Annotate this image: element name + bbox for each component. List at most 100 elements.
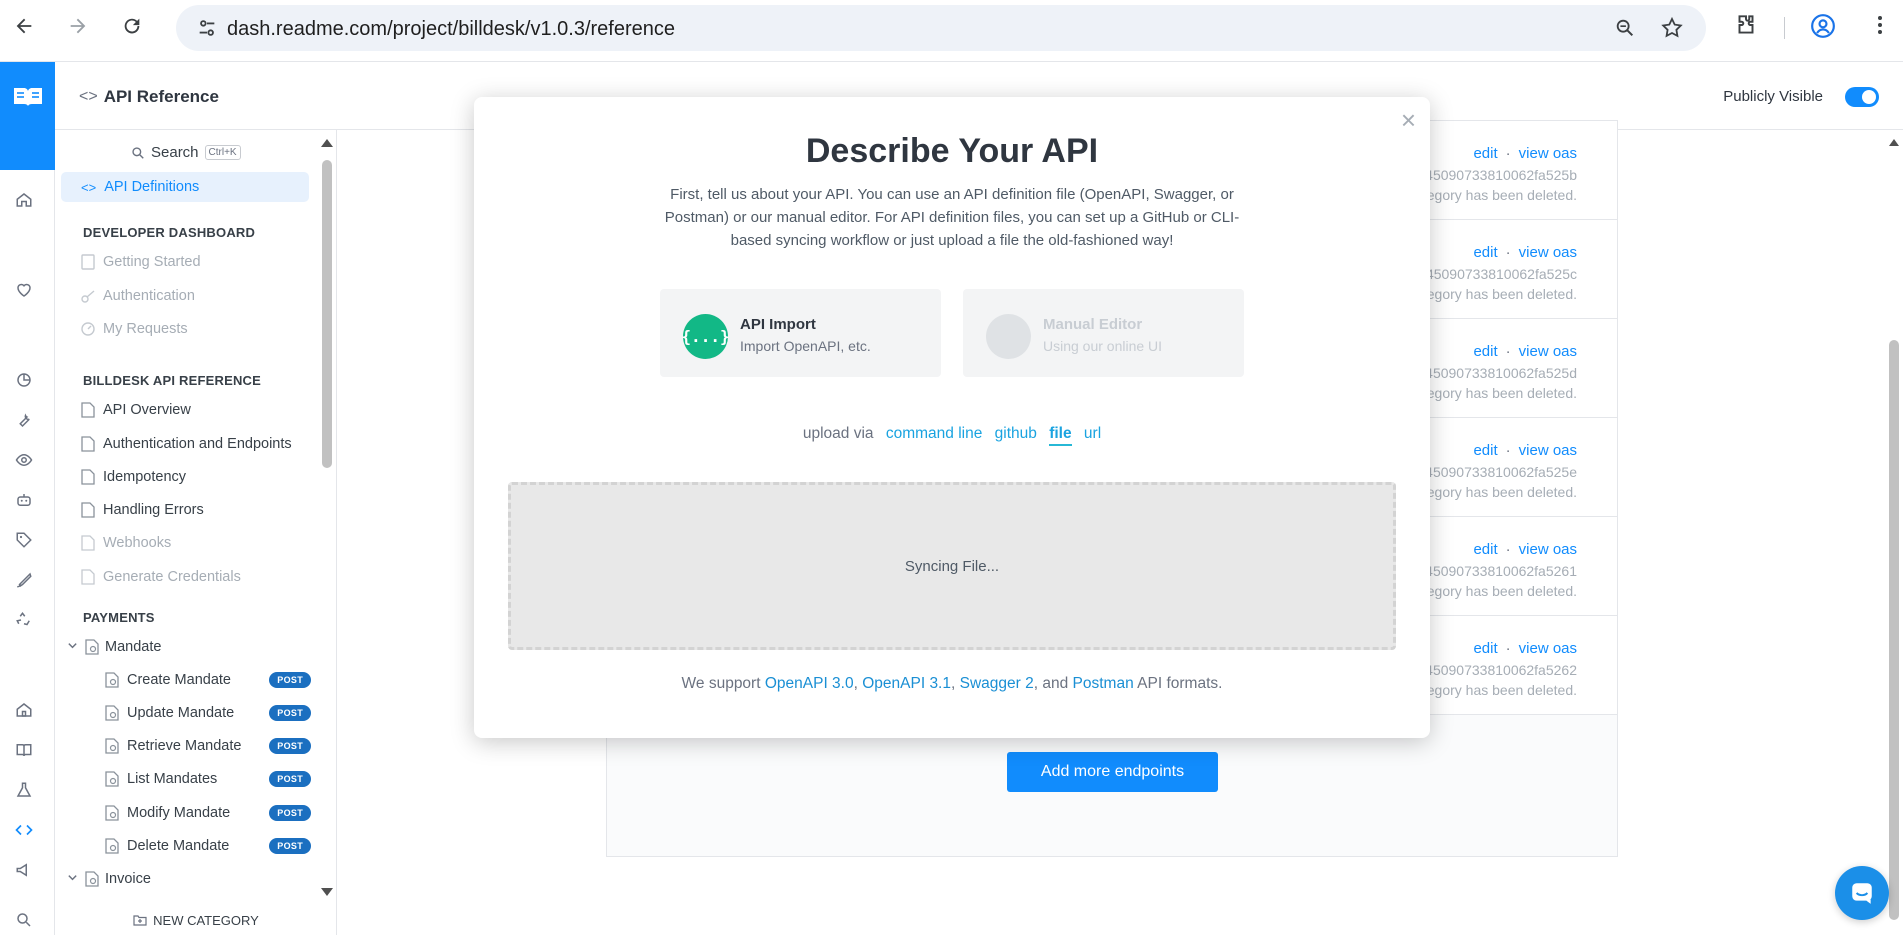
- guides-book-icon[interactable]: [14, 740, 34, 760]
- view-oas-link[interactable]: view oas: [1519, 244, 1577, 261]
- view-oas-link[interactable]: view oas: [1519, 145, 1577, 162]
- edit-link[interactable]: edit: [1473, 541, 1497, 558]
- main-scrollbar[interactable]: [1885, 130, 1903, 935]
- view-oas-link[interactable]: view oas: [1519, 541, 1577, 558]
- supported-formats: We support OpenAPI 3.0, OpenAPI 3.1, Swa…: [681, 675, 1223, 692]
- url-text[interactable]: dash.readme.com/project/billdesk/v1.0.3/…: [227, 18, 675, 41]
- view-oas-link[interactable]: view oas: [1519, 640, 1577, 657]
- edit-link[interactable]: edit: [1473, 442, 1497, 459]
- chevron-down-icon[interactable]: [67, 639, 79, 655]
- sidebar-endpoint-list-mandates[interactable]: List Mandates POST: [105, 764, 311, 794]
- manual-editor-option[interactable]: Manual Editor Using our online UI: [963, 289, 1244, 377]
- sidebar-group-invoice[interactable]: Invoice: [67, 864, 293, 894]
- api-import-braces-icon: {...}: [681, 314, 730, 359]
- reload-icon[interactable]: [120, 14, 144, 38]
- page-icon: [81, 436, 95, 452]
- sidebar-endpoint-create-mandate[interactable]: Create Mandate POST: [105, 665, 311, 695]
- chevron-down-icon[interactable]: [67, 871, 79, 887]
- tag-icon[interactable]: [14, 530, 34, 550]
- sidebar-scrollbar[interactable]: [317, 130, 336, 905]
- key-icon: [81, 290, 95, 303]
- edit-link[interactable]: edit: [1473, 343, 1497, 360]
- view-oas-link[interactable]: view oas: [1519, 343, 1577, 360]
- readme-logo[interactable]: [0, 62, 55, 170]
- api-import-option[interactable]: {...} API Import Import OpenAPI, etc.: [660, 289, 941, 377]
- sidebar-endpoint-delete-mandate[interactable]: Delete Mandate POST: [105, 831, 311, 861]
- home-alt-icon[interactable]: [14, 700, 34, 720]
- view-oas-link[interactable]: view oas: [1519, 442, 1577, 459]
- definition-status: ategory has been deleted.: [1415, 385, 1577, 401]
- code-brackets-icon: <>: [79, 88, 98, 105]
- megaphone-icon[interactable]: [14, 860, 34, 880]
- sidebar-item-getting-started[interactable]: Getting Started: [61, 247, 309, 277]
- sidebar-item-api-definitions[interactable]: <> API Definitions: [61, 172, 309, 202]
- sidebar-item-generate-credentials[interactable]: Generate Credentials: [61, 562, 309, 592]
- profile-avatar-icon[interactable]: [1810, 13, 1836, 42]
- back-icon[interactable]: [12, 14, 36, 38]
- sidebar-item-authentication[interactable]: Authentication: [61, 281, 309, 311]
- endpoint-page-icon: [85, 639, 99, 655]
- reference-sidebar: Search Ctrl+K <> API Definitions DEVELOP…: [55, 130, 337, 935]
- sidebar-item-webhooks[interactable]: Webhooks: [61, 528, 309, 558]
- edit-link[interactable]: edit: [1473, 244, 1497, 261]
- robot-icon[interactable]: [14, 490, 34, 510]
- metrics-icon[interactable]: [14, 370, 34, 390]
- endpoint-page-icon: [105, 738, 119, 754]
- zoom-icon[interactable]: [1614, 17, 1636, 42]
- openapi-3-0-link[interactable]: OpenAPI 3.0: [765, 675, 854, 692]
- eye-icon[interactable]: [14, 450, 34, 470]
- page-title: <> API Reference: [79, 87, 219, 106]
- sidebar-endpoint-retrieve-mandate[interactable]: Retrieve Mandate POST: [105, 731, 311, 761]
- brush-icon[interactable]: [14, 570, 34, 590]
- sidebar-group-mandate[interactable]: Mandate: [67, 632, 293, 662]
- definition-id: 5945090733810062fa525b: [1409, 167, 1577, 183]
- post-method-badge: POST: [269, 672, 311, 688]
- api-reference-code-icon[interactable]: [14, 820, 34, 840]
- modal-description: First, tell us about your API. You can u…: [664, 186, 1240, 249]
- close-icon[interactable]: ×: [1401, 107, 1416, 133]
- bookmark-star-icon[interactable]: [1660, 16, 1684, 43]
- edit-link[interactable]: edit: [1473, 640, 1497, 657]
- post-method-badge: POST: [269, 771, 311, 787]
- flask-icon[interactable]: [14, 780, 34, 800]
- browser-toolbar: dash.readme.com/project/billdesk/v1.0.3/…: [0, 0, 1903, 62]
- heart-icon[interactable]: [14, 280, 34, 300]
- upload-via-command-line-link[interactable]: command line: [886, 425, 983, 442]
- sidebar-item-handling-errors[interactable]: Handling Errors: [61, 495, 309, 525]
- sidebar-endpoint-update-mandate[interactable]: Update Mandate POST: [105, 698, 311, 728]
- openapi-3-1-link[interactable]: OpenAPI 3.1: [862, 675, 951, 692]
- browser-menu-icon[interactable]: [1868, 13, 1892, 40]
- recycle-icon[interactable]: [14, 610, 34, 630]
- postman-link[interactable]: Postman: [1073, 675, 1134, 692]
- upload-via-github-link[interactable]: github: [995, 425, 1037, 442]
- site-info-icon[interactable]: [196, 17, 218, 42]
- search-icon: [132, 146, 144, 159]
- forward-icon[interactable]: [66, 14, 90, 38]
- endpoint-page-icon: [85, 871, 99, 887]
- sidebar-endpoint-modify-mandate[interactable]: Modify Mandate POST: [105, 798, 311, 828]
- upload-via-file-link[interactable]: file: [1049, 425, 1072, 446]
- add-more-endpoints-button[interactable]: Add more endpoints: [1007, 752, 1218, 792]
- post-method-badge: POST: [269, 838, 311, 854]
- upload-via-url-link[interactable]: url: [1084, 425, 1101, 442]
- home-icon[interactable]: [14, 190, 34, 210]
- sidebar-item-authentication-and-endpoints[interactable]: Authentication and Endpoints: [61, 429, 309, 459]
- sidebar-item-api-overview[interactable]: API Overview: [61, 395, 309, 425]
- edit-link[interactable]: edit: [1473, 145, 1497, 162]
- new-category-button[interactable]: NEW CATEGORY: [55, 905, 336, 935]
- file-dropzone[interactable]: Syncing File...: [508, 482, 1396, 650]
- folder-plus-icon: [133, 915, 147, 926]
- public-visibility-label: Publicly Visible: [1723, 88, 1823, 105]
- sidebar-search[interactable]: Search Ctrl+K: [131, 144, 241, 161]
- rail-search-icon[interactable]: [14, 910, 34, 930]
- support-chat-button[interactable]: [1835, 866, 1889, 920]
- swagger-2-link[interactable]: Swagger 2: [960, 675, 1034, 692]
- sidebar-item-my-requests[interactable]: My Requests: [61, 314, 309, 344]
- definition-id: 5945090733810062fa525e: [1409, 464, 1577, 480]
- public-visibility-toggle[interactable]: [1845, 87, 1879, 107]
- address-bar[interactable]: dash.readme.com/project/billdesk/v1.0.3/…: [176, 5, 1706, 51]
- wrench-icon[interactable]: [14, 410, 34, 430]
- extensions-icon[interactable]: [1733, 12, 1759, 41]
- sidebar-item-idempotency[interactable]: Idempotency: [61, 462, 309, 492]
- icon-rail: [0, 62, 55, 935]
